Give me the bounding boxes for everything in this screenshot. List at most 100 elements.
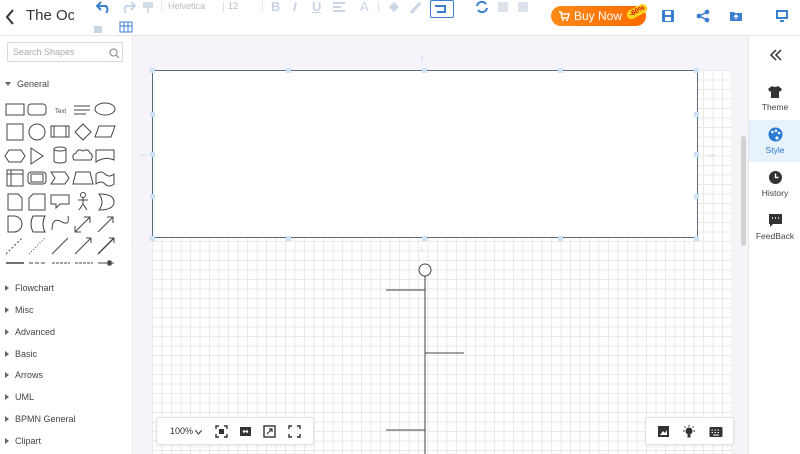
shape-cloud[interactable] xyxy=(72,149,93,161)
resize-handle[interactable] xyxy=(150,152,155,157)
resize-handle[interactable] xyxy=(150,194,155,199)
shape-trapezoid[interactable] xyxy=(72,171,94,185)
shape-data-storage[interactable] xyxy=(30,215,46,233)
category-bpmn-general[interactable]: BPMN General xyxy=(5,414,76,424)
shape-wave[interactable] xyxy=(95,171,115,187)
resize-handle[interactable] xyxy=(558,68,563,73)
shape-arrow[interactable] xyxy=(97,216,114,233)
lock-icon[interactable] xyxy=(93,20,103,34)
shape-or[interactable] xyxy=(98,193,115,211)
resize-handle[interactable] xyxy=(422,68,427,73)
history-tab[interactable]: History xyxy=(749,163,800,205)
back-icon[interactable] xyxy=(4,7,20,27)
shape-note[interactable] xyxy=(7,193,23,211)
image-icon[interactable] xyxy=(657,425,670,443)
document-title[interactable]: The Octopus xyxy=(26,7,74,27)
arrow-left-icon[interactable]: ← xyxy=(138,146,150,160)
connector-end[interactable] xyxy=(98,260,114,266)
resize-handle[interactable] xyxy=(694,194,699,199)
present-icon[interactable] xyxy=(774,8,790,24)
underline-icon[interactable]: U xyxy=(312,0,321,14)
shape-process[interactable] xyxy=(50,125,70,138)
category-misc[interactable]: Misc xyxy=(5,305,34,315)
canvas-area[interactable]: ↑ ↓ → ← 100% xyxy=(134,36,748,454)
line-color-icon[interactable] xyxy=(408,0,424,14)
arrow-down-icon[interactable]: ↓ xyxy=(419,240,425,254)
format-painter-icon[interactable] xyxy=(141,0,155,14)
shape-circle[interactable] xyxy=(28,123,46,141)
font-color-icon[interactable]: A xyxy=(360,0,369,14)
shape-curve[interactable] xyxy=(51,215,69,231)
undo-icon[interactable] xyxy=(95,0,113,14)
fill-icon[interactable] xyxy=(386,0,402,14)
table-icon[interactable] xyxy=(118,20,136,34)
search-shapes-input[interactable] xyxy=(7,42,123,62)
zoom-level-select[interactable]: 100% xyxy=(170,426,193,436)
align-icon[interactable] xyxy=(332,0,348,14)
category-basic[interactable]: Basic xyxy=(5,349,37,359)
resize-handle[interactable] xyxy=(694,112,699,117)
shape-tape[interactable] xyxy=(27,171,47,185)
shape-card[interactable] xyxy=(28,193,46,211)
fullscreen-icon[interactable] xyxy=(288,425,301,443)
category-clipart[interactable]: Clipart xyxy=(5,436,41,446)
theme-tab[interactable]: Theme xyxy=(749,77,800,119)
shape-hexagon[interactable] xyxy=(4,149,26,163)
resize-handle[interactable] xyxy=(150,68,155,73)
category-flowchart[interactable]: Flowchart xyxy=(5,283,54,293)
shape-line-bold-arrow[interactable] xyxy=(97,237,115,255)
resize-handle[interactable] xyxy=(558,236,563,241)
resize-handle[interactable] xyxy=(286,236,291,241)
category-uml[interactable]: UML xyxy=(5,392,34,402)
shape-text[interactable]: Text xyxy=(55,109,66,115)
resize-handle[interactable] xyxy=(694,68,699,73)
shape-square[interactable] xyxy=(6,123,24,141)
resize-handle[interactable] xyxy=(694,152,699,157)
lightbulb-icon[interactable] xyxy=(682,425,696,444)
vertical-scrollbar[interactable] xyxy=(741,136,746,246)
keyboard-icon[interactable] xyxy=(709,425,723,443)
selected-rectangle-shape[interactable] xyxy=(152,70,698,238)
collapse-right-panel-icon[interactable] xyxy=(769,48,783,67)
connector-icon[interactable] xyxy=(430,0,454,18)
bold-icon[interactable]: B xyxy=(271,0,280,14)
shape-internal-storage[interactable] xyxy=(6,169,24,187)
italic-icon[interactable]: I xyxy=(293,0,297,14)
share-icon[interactable] xyxy=(695,8,711,24)
feedback-tab[interactable]: FeedBack xyxy=(749,206,800,248)
shape-heading[interactable] xyxy=(74,105,90,115)
shape-dashed-line[interactable] xyxy=(5,237,23,255)
shape-callout[interactable] xyxy=(50,194,70,210)
shape-cylinder[interactable] xyxy=(53,146,67,164)
category-general[interactable]: General xyxy=(5,79,49,89)
shape-triangle[interactable] xyxy=(30,147,44,165)
font-size-select[interactable]: 12 xyxy=(228,0,260,12)
style-tab[interactable]: Style xyxy=(749,120,800,162)
align-objects-icon[interactable] xyxy=(496,0,510,14)
resize-handle[interactable] xyxy=(150,112,155,117)
shape-document[interactable] xyxy=(95,149,115,163)
arrow-right-icon[interactable]: → xyxy=(705,146,717,160)
buy-now-button[interactable]: Buy Now -60% xyxy=(551,2,649,26)
shape-actor[interactable] xyxy=(78,192,88,211)
actual-size-icon[interactable] xyxy=(263,425,276,443)
save-icon[interactable] xyxy=(660,8,676,24)
export-icon[interactable] xyxy=(728,8,744,24)
shape-rectangle[interactable] xyxy=(5,103,25,116)
shape-parallelogram[interactable] xyxy=(94,125,116,138)
arrange-icon[interactable] xyxy=(474,0,490,14)
shape-bidirectional-arrow[interactable] xyxy=(74,216,91,233)
resize-handle[interactable] xyxy=(286,68,291,73)
category-advanced[interactable]: Advanced xyxy=(5,327,55,337)
fit-width-icon[interactable] xyxy=(239,425,252,443)
arrow-up-icon[interactable]: ↑ xyxy=(419,51,425,65)
shape-dotted-line[interactable] xyxy=(28,237,46,255)
shape-delay[interactable] xyxy=(7,215,23,233)
distribute-icon[interactable] xyxy=(516,0,530,14)
redo-icon[interactable] xyxy=(119,0,137,14)
shape-ellipse[interactable] xyxy=(94,102,116,116)
fit-page-icon[interactable] xyxy=(215,425,228,443)
shape-diamond[interactable] xyxy=(74,123,92,141)
search-icon[interactable] xyxy=(109,46,120,64)
shape-step[interactable] xyxy=(50,171,70,185)
